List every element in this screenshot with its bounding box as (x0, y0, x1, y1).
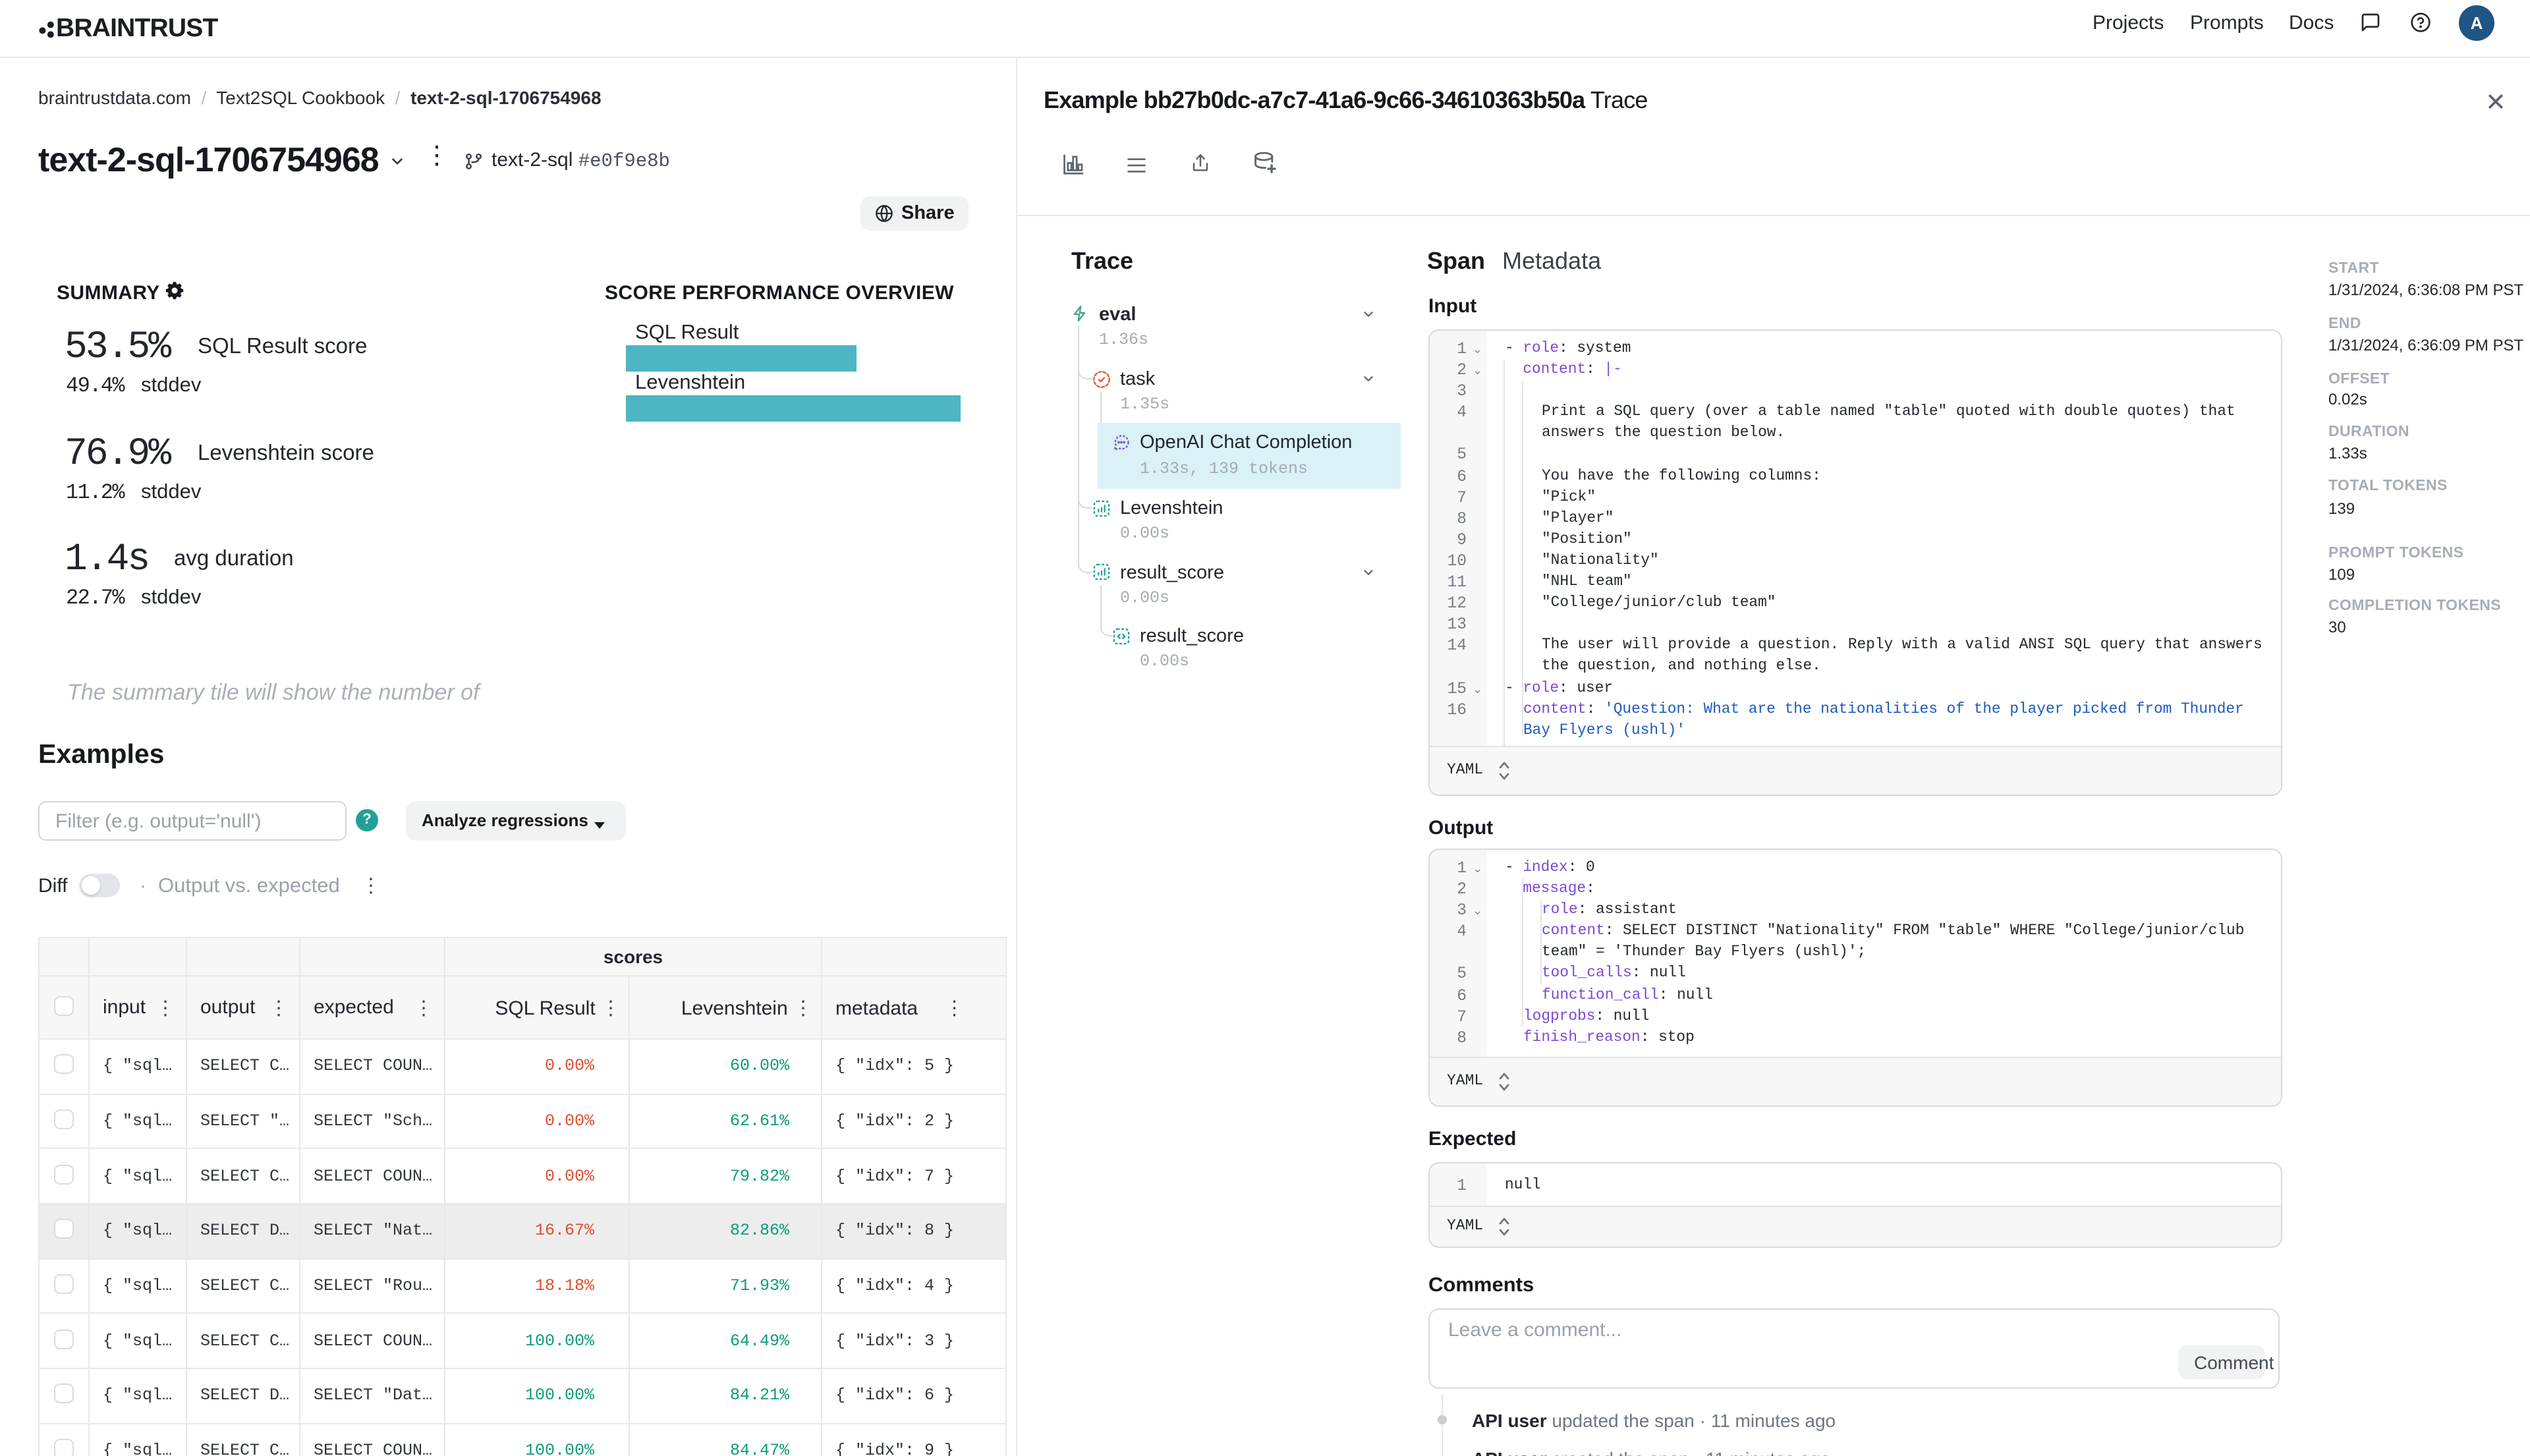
svg-text:BRAINTRUST: BRAINTRUST (56, 14, 218, 42)
